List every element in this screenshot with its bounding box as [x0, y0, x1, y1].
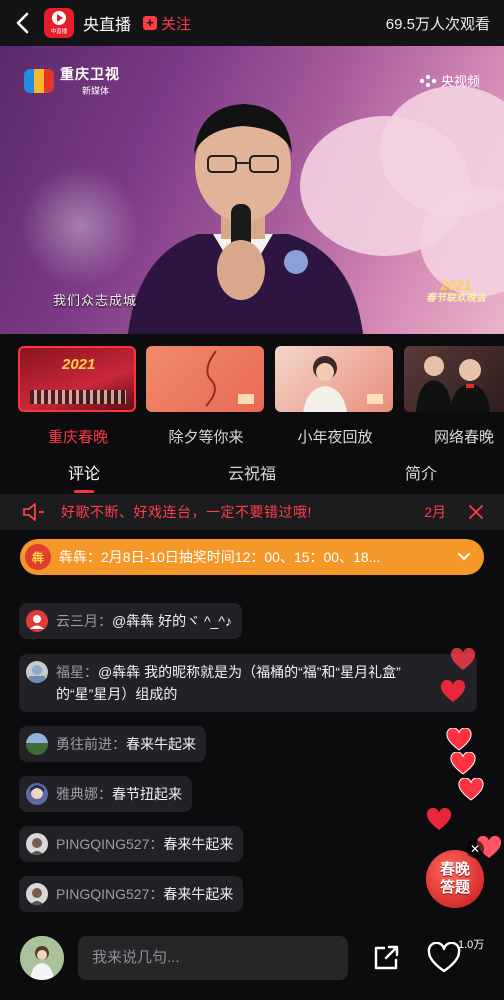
program-list: 2021 重庆春晚 除夕等你来 小年夜回放 网络春晚 [0, 346, 504, 454]
pinned-announcement[interactable]: 犇 犇犇：2月8日-10日抽奖时间12：00、15：00、18... [20, 539, 484, 575]
comment-author: 福星： [56, 664, 98, 680]
comment-item[interactable]: 勇往前进： 春来牛起来 [19, 726, 206, 762]
notice-text: 好歌不断、好戏连台，一定不要错过哦! [61, 504, 312, 520]
back-button[interactable] [0, 0, 44, 46]
program-label: 网络春晚 [433, 429, 494, 446]
follow-button[interactable]: + 关注 [143, 13, 191, 34]
watermark-text: 央视频 [440, 74, 480, 89]
chevron-down-icon[interactable] [458, 553, 470, 561]
comment-text: 春来牛起来 [163, 836, 234, 852]
quiz-label-line1: 春晚 [439, 861, 470, 878]
comment-text: @犇犇 我的昵称就是为（福桶的“福”和“星月礼盒” [98, 664, 401, 680]
like-count: 1.0万 [458, 939, 485, 951]
channel-logo[interactable]: 中直播 [44, 8, 74, 38]
heart-icon [450, 752, 476, 775]
heart-icon [446, 728, 472, 751]
follow-label: 关注 [161, 15, 192, 33]
station-sub: 新媒体 [82, 86, 110, 96]
video-player[interactable]: 重庆卫视 新媒体 央视频 我们众志成城 2021 春节联欢晚会 [0, 46, 504, 334]
notice-month[interactable]: 2月 [424, 502, 446, 522]
comment-text: 春节扭起来 [112, 786, 182, 802]
comment-author: 云三月： [56, 613, 112, 629]
quiz-badge: 春晚 答题 [426, 850, 484, 908]
close-icon[interactable] [468, 504, 484, 520]
comment-author: 勇往前进： [56, 736, 126, 752]
gala-quiz-button[interactable]: 春晚 答题 ✕ [426, 840, 484, 912]
gala-badge: 2021 春节联欢晚会 [426, 278, 486, 306]
bottom-bar: 我来说几句... 1.0万 [0, 920, 504, 1000]
tab-comments[interactable]: 评论 [68, 460, 100, 484]
comment-text: @犇犇 好的ヾ ^_^♪ [112, 613, 232, 629]
program-item-xiaonianye[interactable]: 小年夜回放 [275, 346, 395, 454]
program-item-chongqing[interactable]: 2021 重庆春晚 [18, 346, 138, 454]
comment-input[interactable]: 我来说几句... [78, 936, 348, 980]
plus-icon: + [143, 16, 158, 30]
heart-icon [458, 778, 484, 801]
comment-item[interactable]: 福星：@犇犇 我的昵称就是为（福桶的“福”和“星月礼盒” 的“星”星月）组成的 [19, 654, 477, 712]
announcement-text: 犇犇：2月8日-10日抽奖时间12：00、15：00、18... [59, 549, 381, 565]
avatar: 犇 [25, 544, 51, 570]
watermark: 央视频 [419, 71, 480, 90]
top-bar: 中直播 央直播 + 关注 69.5万人次观看 [0, 0, 504, 46]
comment-author: PINGQING527： [56, 836, 164, 852]
comment-body: 福星：@犇犇 我的昵称就是为（福桶的“福”和“星月礼盒” 的“星”星月）组成的 [56, 661, 401, 705]
comment-author: PINGQING527： [56, 886, 164, 902]
cctv-logo-icon [419, 74, 437, 87]
program-item-chuxi[interactable]: 除夕等你来 [146, 346, 266, 454]
video-subtitle: 我们众志成城 [53, 293, 138, 308]
play-icon [52, 11, 66, 25]
comment-text: 春来牛起来 [163, 886, 234, 902]
comment-text: 春来牛起来 [126, 736, 196, 752]
tab-intro[interactable]: 简介 [405, 460, 437, 484]
comment-item[interactable]: PINGQING527： 春来牛起来 [19, 876, 244, 912]
avatar [26, 661, 48, 683]
comment-item[interactable]: 云三月： @犇犇 好的ヾ ^_^♪ [19, 603, 242, 639]
avatar[interactable] [20, 936, 64, 980]
back-arrow-icon [16, 12, 29, 34]
program-item-wangluo[interactable]: 网络春晚 [404, 346, 504, 454]
avatar [26, 783, 48, 805]
notice-bar: 好歌不断、好戏连台，一定不要错过哦! 2月 [0, 494, 504, 530]
tab-bar: 评论 云祝福 简介 [0, 454, 504, 493]
avatar [26, 610, 48, 632]
speaker-icon [23, 503, 44, 521]
comment-item[interactable]: 雅典娜： 春节扭起来 [19, 776, 192, 812]
avatar [26, 833, 48, 855]
badge-year: 2021 [440, 277, 472, 293]
tab-blessings[interactable]: 云祝福 [228, 460, 276, 484]
avatar [26, 733, 48, 755]
program-thumbnail: 2021 [18, 346, 136, 412]
quiz-label-line2: 答题 [439, 879, 470, 896]
share-icon[interactable] [370, 942, 402, 974]
program-label: 除夕等你来 [168, 429, 244, 446]
badge-text: 春节联欢晚会 [426, 293, 486, 304]
channel-name[interactable]: 央直播 [83, 11, 131, 35]
station-logo: 重庆卫视 新媒体 [24, 64, 120, 97]
heart-icon [426, 808, 452, 830]
viewer-count: 69.5万人次观看 [385, 15, 490, 33]
close-icon[interactable]: ✕ [466, 840, 484, 858]
comment-author: 雅典娜： [56, 786, 112, 802]
comment-item[interactable]: PINGQING527： 春来牛起来 [19, 826, 244, 862]
avatar [26, 883, 48, 905]
comment-text-continued: 的“星”星月）组成的 [56, 686, 178, 702]
logo-text: 中直播 [50, 29, 68, 35]
program-label: 小年夜回放 [297, 429, 373, 446]
heart-icon [440, 680, 466, 702]
station-mark-icon [24, 68, 54, 93]
host-figure [128, 104, 363, 334]
program-label: 重庆春晚 [47, 429, 108, 446]
heart-outline-icon[interactable] [426, 942, 462, 974]
station-name: 重庆卫视 [60, 66, 120, 82]
program-thumbnail [275, 346, 393, 412]
program-thumbnail [146, 346, 264, 412]
program-thumbnail [404, 346, 504, 412]
heart-icon [450, 648, 476, 670]
tab-indicator [74, 490, 94, 493]
